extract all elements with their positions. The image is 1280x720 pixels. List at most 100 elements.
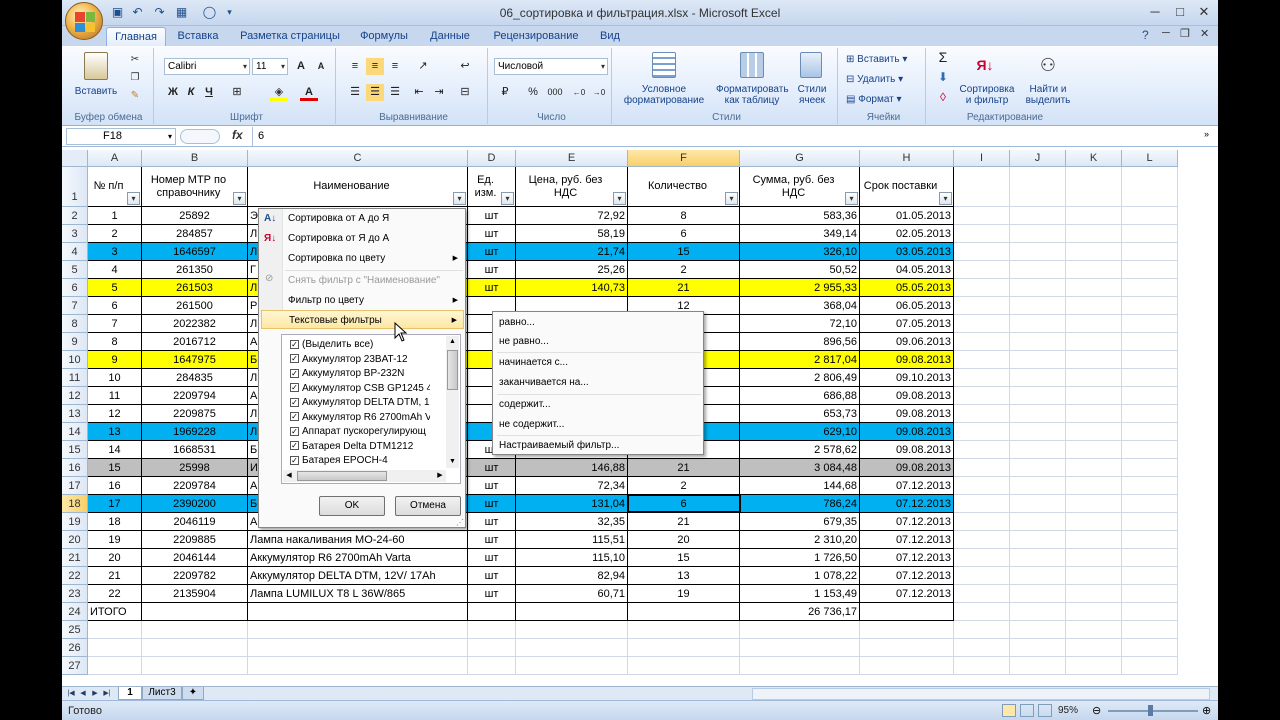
- cell-date[interactable]: 07.12.2013: [860, 549, 954, 567]
- cell-price[interactable]: 140,73: [516, 279, 628, 297]
- cell-qty[interactable]: 8: [628, 207, 740, 225]
- cell-code[interactable]: 284835: [142, 369, 248, 387]
- grid-cell[interactable]: [1122, 639, 1178, 657]
- grid-cell[interactable]: [1122, 477, 1178, 495]
- grid-cell[interactable]: [1066, 315, 1122, 333]
- cell-code[interactable]: 2209782: [142, 567, 248, 585]
- row-header-21[interactable]: 21: [62, 549, 88, 567]
- grid-cell[interactable]: [1066, 495, 1122, 513]
- cell-unit[interactable]: шт: [468, 495, 516, 513]
- grid-cell[interactable]: [1066, 513, 1122, 531]
- font-size-combo[interactable]: 11 ▾: [252, 58, 288, 75]
- grid-cell[interactable]: [740, 621, 860, 639]
- cell-date[interactable]: 07.12.2013: [860, 585, 954, 603]
- insert-cells-button[interactable]: ⊞ Вставить ▾: [846, 54, 922, 65]
- checklist-item[interactable]: ✓ Аккумулятор R6 2700mAh V: [290, 411, 430, 425]
- cell-sum[interactable]: 72,10: [740, 315, 860, 333]
- cell-code[interactable]: 2390200: [142, 495, 248, 513]
- row-header-7[interactable]: 7: [62, 297, 88, 315]
- grid-cell[interactable]: [954, 477, 1010, 495]
- column-header-g[interactable]: G: [740, 150, 860, 167]
- wrap-text-icon[interactable]: ↩: [456, 58, 474, 75]
- custom-filter-item[interactable]: Настраиваемый фильтр...: [499, 437, 699, 455]
- cell-sum[interactable]: 686,88: [740, 387, 860, 405]
- cell-price[interactable]: 146,88: [516, 459, 628, 477]
- cell-date[interactable]: 07.05.2013: [860, 315, 954, 333]
- cell-name[interactable]: Аккумулятор DELTA DTM, 12V/ 17Ah: [248, 567, 468, 585]
- text-filter-equals[interactable]: равно...: [499, 314, 699, 332]
- grid-cell[interactable]: [1010, 657, 1066, 675]
- scroll-right-icon[interactable]: ▶: [434, 470, 446, 482]
- cell-code[interactable]: 25892: [142, 207, 248, 225]
- cell-qty[interactable]: 6: [628, 225, 740, 243]
- cell-n[interactable]: 18: [88, 513, 142, 531]
- cell-qty[interactable]: 13: [628, 567, 740, 585]
- cell-date[interactable]: 03.05.2013: [860, 243, 954, 261]
- grid-cell[interactable]: [1122, 567, 1178, 585]
- grid-cell[interactable]: [1010, 225, 1066, 243]
- format-as-table-button[interactable]: Форматировать как таблицу: [716, 84, 789, 106]
- cell-n[interactable]: 10: [88, 369, 142, 387]
- grid-cell[interactable]: [1066, 167, 1122, 207]
- grid-cell[interactable]: [1066, 369, 1122, 387]
- row-header-27[interactable]: 27: [62, 657, 88, 675]
- grid-cell[interactable]: [1122, 369, 1178, 387]
- cell-qty[interactable]: 15: [628, 243, 740, 261]
- format-painter-icon[interactable]: ✎: [128, 90, 142, 101]
- cell-date[interactable]: 01.05.2013: [860, 207, 954, 225]
- cell-code[interactable]: 2046144: [142, 549, 248, 567]
- grid-cell[interactable]: [516, 639, 628, 657]
- grid-cell[interactable]: [954, 261, 1010, 279]
- grid-cell[interactable]: [1010, 639, 1066, 657]
- insert-sheet-icon[interactable]: ✦: [182, 687, 204, 700]
- grid-cell[interactable]: [1066, 459, 1122, 477]
- grid-cell[interactable]: [954, 315, 1010, 333]
- grid-cell[interactable]: [954, 351, 1010, 369]
- checklist-item[interactable]: ✓ Аккумулятор CSB GP1245 4: [290, 382, 430, 396]
- cell-price[interactable]: 21,74: [516, 243, 628, 261]
- column-header-f[interactable]: F: [628, 150, 740, 167]
- formula-bar-handle[interactable]: [180, 129, 220, 144]
- autofilter-arrow-icon[interactable]: ▾: [501, 192, 514, 205]
- name-box[interactable]: F18 ▾: [66, 128, 176, 145]
- currency-icon[interactable]: ₽: [496, 84, 514, 101]
- fill-color-icon[interactable]: ◈: [270, 84, 288, 101]
- grid-cell[interactable]: [954, 639, 1010, 657]
- cell-n[interactable]: 9: [88, 351, 142, 369]
- grid-cell[interactable]: [1010, 495, 1066, 513]
- checkbox-checked-icon[interactable]: ✓: [290, 455, 299, 465]
- grid-cell[interactable]: [1010, 279, 1066, 297]
- align-top-icon[interactable]: ≡: [346, 58, 364, 75]
- row-header-26[interactable]: 26: [62, 639, 88, 657]
- grid-cell[interactable]: [1066, 423, 1122, 441]
- paste-button[interactable]: Вставить: [68, 86, 124, 97]
- cell-price[interactable]: 32,35: [516, 513, 628, 531]
- checkbox-checked-icon[interactable]: ✓: [290, 354, 299, 364]
- total-label[interactable]: ИТОГО: [88, 603, 142, 621]
- cell-sum[interactable]: 1 078,22: [740, 567, 860, 585]
- row-header-18[interactable]: 18: [62, 495, 88, 513]
- row-header-4[interactable]: 4: [62, 243, 88, 261]
- cell-n[interactable]: 3: [88, 243, 142, 261]
- grid-cell[interactable]: [1066, 441, 1122, 459]
- column-header-h[interactable]: H: [860, 150, 954, 167]
- grid-cell[interactable]: [1122, 459, 1178, 477]
- grid-cell[interactable]: [1122, 167, 1178, 207]
- cell-date[interactable]: 07.12.2013: [860, 495, 954, 513]
- header-cell-g[interactable]: Сумма, руб. без НДС ▾: [740, 167, 860, 207]
- cell-sum[interactable]: 2 310,20: [740, 531, 860, 549]
- grid-cell[interactable]: [1066, 657, 1122, 675]
- grid-cell[interactable]: [1122, 297, 1178, 315]
- column-header-i[interactable]: I: [954, 150, 1010, 167]
- page-layout-view-icon[interactable]: [1020, 704, 1034, 717]
- grid-cell[interactable]: [248, 639, 468, 657]
- grid-cell[interactable]: [628, 603, 740, 621]
- cell-n[interactable]: 14: [88, 441, 142, 459]
- grid-cell[interactable]: [1122, 243, 1178, 261]
- cell-n[interactable]: 7: [88, 315, 142, 333]
- cell-sum[interactable]: 2 806,49: [740, 369, 860, 387]
- grid-cell[interactable]: [954, 531, 1010, 549]
- maximize-icon[interactable]: □: [1172, 4, 1188, 20]
- cell-price[interactable]: 58,19: [516, 225, 628, 243]
- italic-button[interactable]: К: [182, 84, 200, 101]
